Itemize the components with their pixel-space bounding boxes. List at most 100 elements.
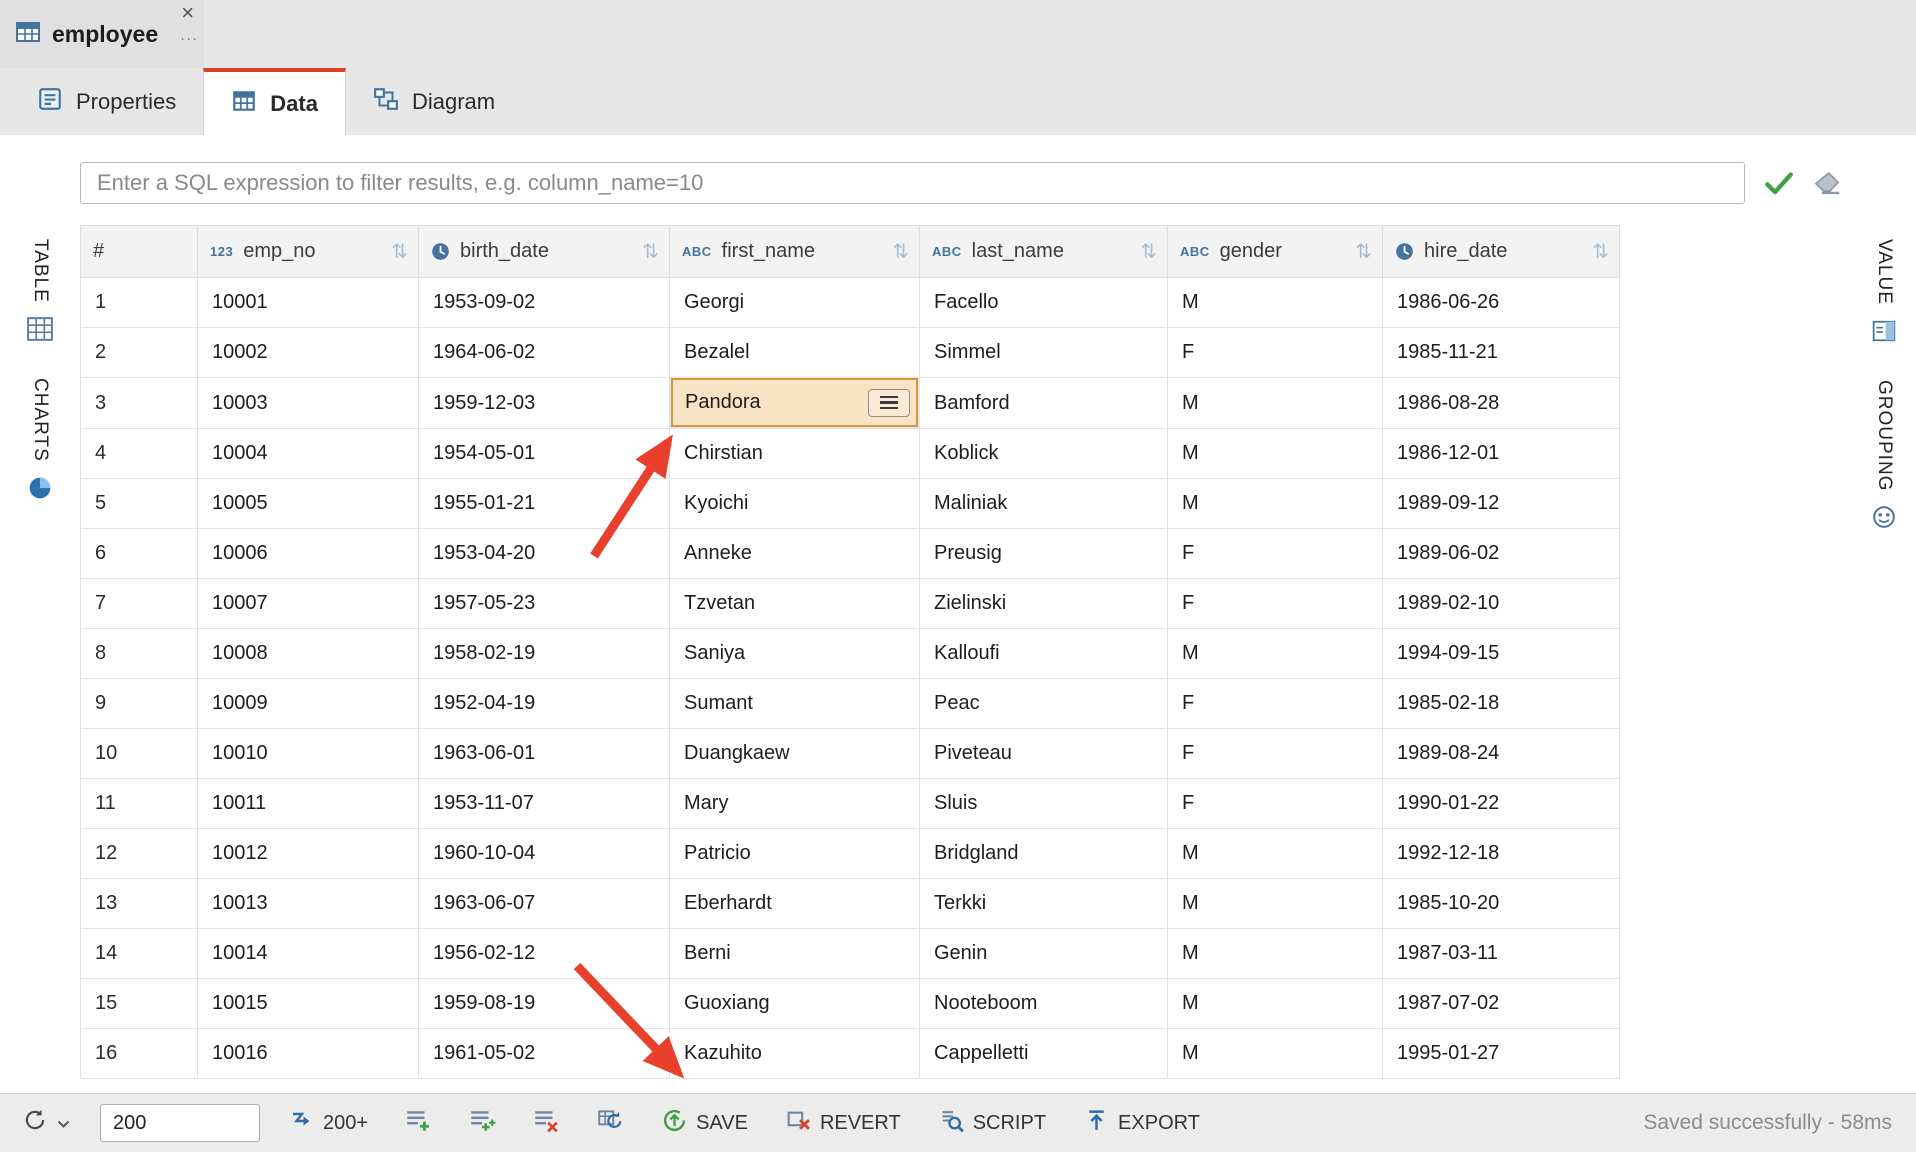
cell-last_name[interactable]: Nooteboom [920,979,1168,1029]
cell-gender[interactable]: F [1168,328,1383,378]
cell-last_name[interactable]: Kalloufi [920,629,1168,679]
column-header-first_name[interactable]: ABCfirst_name⇅ [670,226,920,278]
cell-birth_date[interactable]: 1961-05-02 [419,1029,670,1079]
cell-hire_date[interactable]: 1989-09-12 [1383,479,1620,529]
cell-hire_date[interactable]: 1986-06-26 [1383,278,1620,328]
column-header-birth_date[interactable]: birth_date⇅ [419,226,670,278]
cell-emp_no[interactable]: 10013 [198,879,419,929]
cell-hire_date[interactable]: 1989-08-24 [1383,729,1620,779]
cell-first_name[interactable]: Kazuhito [670,1029,920,1079]
cell-birth_date[interactable]: 1959-12-03 [419,378,670,429]
row-number[interactable]: 15 [81,979,198,1029]
cell-emp_no[interactable]: 10006 [198,529,419,579]
cell-birth_date[interactable]: 1953-11-07 [419,779,670,829]
cell-first_name[interactable]: Tzvetan [670,579,920,629]
cell-gender[interactable]: F [1168,779,1383,829]
cell-birth_date[interactable]: 1964-06-02 [419,328,670,378]
cell-emp_no[interactable]: 10009 [198,679,419,729]
row-number[interactable]: 3 [81,378,198,429]
cell-birth_date[interactable]: 1957-05-23 [419,579,670,629]
fetch-next-page-button[interactable]: 200+ [286,1104,372,1142]
close-tab-icon[interactable]: × [181,0,194,26]
cell-emp_no[interactable]: 10003 [198,378,419,429]
cell-emp_no[interactable]: 10010 [198,729,419,779]
cell-birth_date[interactable]: 1953-04-20 [419,529,670,579]
cell-hire_date[interactable]: 1990-01-22 [1383,779,1620,829]
row-number[interactable]: 10 [81,729,198,779]
cell-birth_date[interactable]: 1956-02-12 [419,929,670,979]
revert-button[interactable]: REVERT [782,1102,905,1145]
cell-gender[interactable]: M [1168,1029,1383,1079]
row-number[interactable]: 9 [81,679,198,729]
cell-first_name[interactable]: Sumant [670,679,920,729]
cell-first_name[interactable]: Kyoichi [670,479,920,529]
row-number[interactable]: 13 [81,879,198,929]
cell-birth_date[interactable]: 1953-09-02 [419,278,670,328]
cell-hire_date[interactable]: 1985-11-21 [1383,328,1620,378]
filter-apply-button[interactable] [1763,170,1795,196]
cell-first_name[interactable]: Berni [670,929,920,979]
cell-gender[interactable]: M [1168,929,1383,979]
cell-hire_date[interactable]: 1992-12-18 [1383,829,1620,879]
cell-gender[interactable]: F [1168,729,1383,779]
row-number[interactable]: 2 [81,328,198,378]
cell-last_name[interactable]: Cappelletti [920,1029,1168,1079]
cell-first_name[interactable]: Saniya [670,629,920,679]
column-header-hire_date[interactable]: hire_date⇅ [1383,226,1620,278]
cell-emp_no[interactable]: 10001 [198,278,419,328]
cell-birth_date[interactable]: 1952-04-19 [419,679,670,729]
cell-birth_date[interactable]: 1955-01-21 [419,479,670,529]
cell-gender[interactable]: F [1168,529,1383,579]
cell-hire_date[interactable]: 1995-01-27 [1383,1029,1620,1079]
cell-last_name[interactable]: Peac [920,679,1168,729]
cell-first_name[interactable]: Patricio [670,829,920,879]
panel-tab-grouping[interactable]: GROUPING [1872,380,1896,534]
cell-gender[interactable]: M [1168,278,1383,328]
cell-emp_no[interactable]: 10007 [198,579,419,629]
cell-hire_date[interactable]: 1994-09-15 [1383,629,1620,679]
cell-emp_no[interactable]: 10014 [198,929,419,979]
cell-first_name[interactable]: Chirstian [670,429,920,479]
refresh-dropdown-button[interactable] [18,1101,74,1145]
presentation-tab-charts[interactable]: CHARTS [28,378,52,505]
row-number[interactable]: 7 [81,579,198,629]
cell-last_name[interactable]: Preusig [920,529,1168,579]
cell-last_name[interactable]: Bridgland [920,829,1168,879]
cell-last_name[interactable]: Terkki [920,879,1168,929]
cell-gender[interactable]: M [1168,378,1383,429]
cell-hire_date[interactable]: 1986-08-28 [1383,378,1620,429]
cell-last_name[interactable]: Piveteau [920,729,1168,779]
cell-hire_date[interactable]: 1989-02-10 [1383,579,1620,629]
row-number[interactable]: 4 [81,429,198,479]
cell-last_name[interactable]: Sluis [920,779,1168,829]
save-button[interactable]: SAVE [658,1102,752,1145]
cell-gender[interactable]: M [1168,429,1383,479]
tab-properties[interactable]: Properties [10,68,203,135]
sql-filter-input[interactable] [80,162,1745,204]
row-number[interactable]: 1 [81,278,198,328]
delete-row-button[interactable] [528,1101,564,1145]
cell-birth_date[interactable]: 1954-05-01 [419,429,670,479]
script-button[interactable]: SCRIPT [935,1102,1050,1145]
cell-first_name[interactable]: Duangkaew [670,729,920,779]
refresh-grid-button[interactable] [592,1101,628,1145]
panel-tab-value[interactable]: VALUE [1872,239,1896,348]
row-number[interactable]: 11 [81,779,198,829]
row-number[interactable]: 8 [81,629,198,679]
column-header-emp_no[interactable]: 123emp_no⇅ [198,226,419,278]
cell-emp_no[interactable]: 10008 [198,629,419,679]
cell-first_name[interactable]: Bezalel [670,328,920,378]
cell-gender[interactable]: M [1168,879,1383,929]
editor-tab-employee[interactable]: employee × ··· [0,0,204,68]
tab-diagram[interactable]: Diagram [346,68,522,135]
add-row-button[interactable] [400,1101,436,1145]
cell-last_name[interactable]: Bamford [920,378,1168,429]
cell-last_name[interactable]: Koblick [920,429,1168,479]
cell-emp_no[interactable]: 10004 [198,429,419,479]
row-number[interactable]: 5 [81,479,198,529]
cell-emp_no[interactable]: 10005 [198,479,419,529]
cell-birth_date[interactable]: 1959-08-19 [419,979,670,1029]
cell-first_name[interactable]: Guoxiang [670,979,920,1029]
cell-gender[interactable]: F [1168,579,1383,629]
cell-last_name[interactable]: Zielinski [920,579,1168,629]
